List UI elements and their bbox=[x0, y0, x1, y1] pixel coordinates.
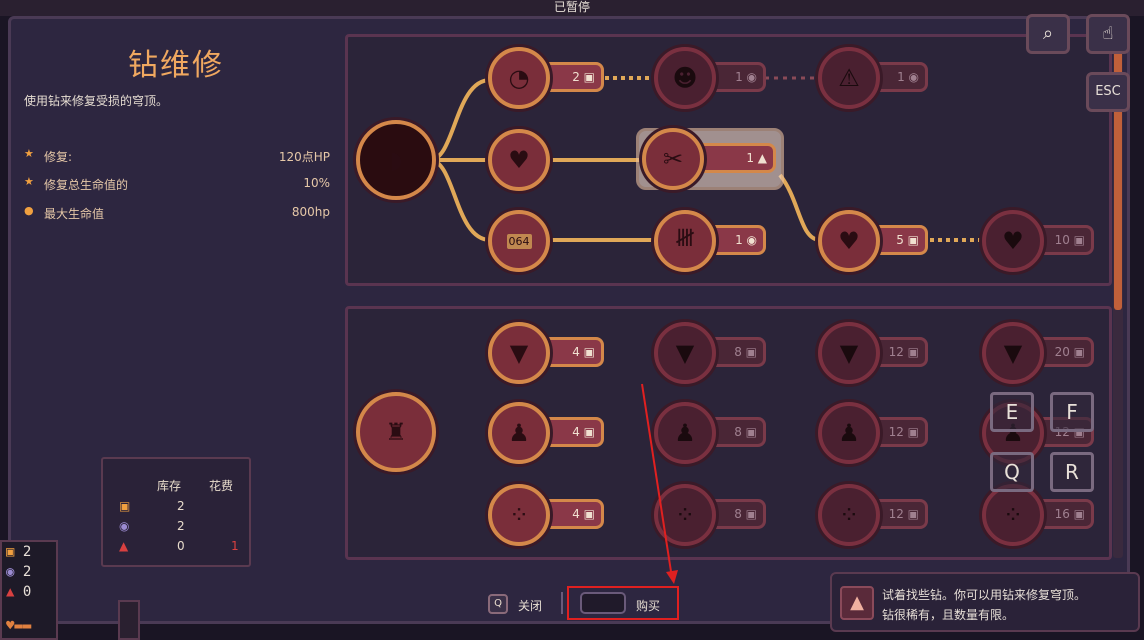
upgrade-cost-tag: 1 ◉ bbox=[708, 225, 766, 255]
upgrade-node-tally[interactable]: 𝍸 bbox=[654, 210, 716, 272]
drill-icon: ▼ bbox=[1003, 339, 1023, 367]
water-icon: ◉ bbox=[119, 519, 130, 533]
upgrade-cost-tag: 20 ▣ bbox=[1036, 337, 1094, 367]
upgrade-node-heart-plus[interactable]: ♥ bbox=[982, 210, 1044, 272]
counter-badge: 064 bbox=[506, 233, 532, 249]
upgrade-node-boots-3[interactable]: ⁘ bbox=[818, 484, 880, 546]
upgrade-node-heart[interactable]: ♥ bbox=[488, 129, 550, 191]
upgrade-cost-tag: 1 ▲ bbox=[696, 143, 776, 173]
upgrade-node-drill-2[interactable]: ▼ bbox=[654, 322, 716, 384]
upgrade-node-counter[interactable]: 064 bbox=[488, 210, 550, 272]
upgrade-node-boots-2[interactable]: ⁘ bbox=[654, 484, 716, 546]
drill-repair-root-node[interactable]: ◗ bbox=[356, 120, 436, 200]
dome-icon: ◗ bbox=[389, 146, 403, 174]
upgrade-cost-tag: 8 ▣ bbox=[708, 337, 766, 367]
key-hint-f: F bbox=[1050, 392, 1094, 432]
key-hint-e: E bbox=[990, 392, 1034, 432]
close-key-icon[interactable]: Q bbox=[488, 594, 508, 614]
upgrade-cost-tag: 10 ▣ bbox=[1036, 225, 1094, 255]
divider bbox=[561, 592, 563, 614]
buy-key-slot[interactable] bbox=[580, 592, 626, 614]
alert-icon: ⚠ bbox=[838, 64, 860, 92]
key-hint-q: Q bbox=[990, 452, 1034, 492]
upgrade-node-grin[interactable]: ☻ bbox=[654, 47, 716, 109]
key-hint-r: R bbox=[1050, 452, 1094, 492]
search-button[interactable]: ⌕ bbox=[1026, 14, 1070, 54]
grin-face-icon: ☻ bbox=[672, 64, 698, 92]
boots-icon: ⁘ bbox=[674, 501, 696, 529]
tree-scrollbar[interactable] bbox=[1113, 38, 1123, 558]
jetpack-icon: ♟ bbox=[838, 419, 860, 447]
hand-pointer-icon: ☝ bbox=[1102, 23, 1114, 44]
upgrade-node-jetpack-3[interactable]: ♟ bbox=[818, 402, 880, 464]
buy-button[interactable]: 购买 bbox=[636, 597, 660, 614]
esc-button[interactable]: ESC bbox=[1086, 72, 1130, 112]
upgrade-node-heart-shield[interactable]: ♥ bbox=[818, 210, 880, 272]
upgrade-node-boots-1[interactable]: ⁘ bbox=[488, 484, 550, 546]
radar-icon: ◔ bbox=[508, 64, 530, 92]
jetpack-icon: ♟ bbox=[674, 419, 696, 447]
upgrade-cost-tag: 1 ◉ bbox=[708, 62, 766, 92]
cobalt-icon: ▲ bbox=[6, 584, 15, 600]
keeper-root-node[interactable]: ♜ bbox=[356, 392, 436, 472]
wrench-screwdriver-icon: ✂ bbox=[662, 145, 684, 173]
pointer-button[interactable]: ☝ bbox=[1086, 14, 1130, 54]
health-bar: ♥▬▬ bbox=[6, 618, 32, 634]
iron-icon: ▣ bbox=[119, 499, 131, 513]
battery-icon bbox=[118, 600, 140, 640]
upgrade-node-boots-4[interactable]: ⁘ bbox=[982, 484, 1044, 546]
iron-icon: ▣ bbox=[6, 544, 15, 560]
boots-icon: ⁘ bbox=[508, 501, 530, 529]
upgrade-node-drill-4[interactable]: ▼ bbox=[982, 322, 1044, 384]
water-icon: ◉ bbox=[6, 564, 15, 580]
boots-icon: ⁘ bbox=[838, 501, 860, 529]
heart-icon: ♥ bbox=[508, 146, 530, 174]
upgrade-node-jetpack-1[interactable]: ♟ bbox=[488, 402, 550, 464]
keeper-figure-icon: ♟ bbox=[508, 419, 530, 447]
tally-marks-icon: 𝍸 bbox=[675, 223, 695, 252]
upgrade-node-alert[interactable]: ⚠ bbox=[818, 47, 880, 109]
drill-icon: ▼ bbox=[675, 339, 695, 367]
heart-shield-icon: ♥ bbox=[838, 227, 860, 255]
upgrade-node-drill-1[interactable]: ▼ bbox=[488, 322, 550, 384]
boots-icon: ⁘ bbox=[1002, 501, 1024, 529]
cobalt-icon: ▲ bbox=[119, 539, 129, 553]
resource-hud: ▣ 2 ◉ 2 ▲ 0 ♥▬▬ bbox=[0, 540, 58, 640]
hint-tooltip: ▲ 试着找些钻。你可以用钻来修复穹顶。 钻很稀有，且数量有限。 bbox=[830, 572, 1140, 632]
upgrade-cost-tag: 16 ▣ bbox=[1036, 499, 1094, 529]
upgrade-node-radar[interactable]: ◔ bbox=[488, 47, 550, 109]
upgrade-node-drill-repair-selected[interactable]: ✂ bbox=[642, 128, 704, 190]
drill-icon: ▼ bbox=[839, 339, 859, 367]
heart-plus-icon: ♥ bbox=[1002, 227, 1024, 255]
drill-icon: ▼ bbox=[509, 339, 529, 367]
upgrade-cost-tag: 8 ▣ bbox=[708, 499, 766, 529]
close-button[interactable]: 关闭 bbox=[518, 597, 542, 614]
upgrade-node-jetpack-2[interactable]: ♟ bbox=[654, 402, 716, 464]
upgrade-node-drill-3[interactable]: ▼ bbox=[818, 322, 880, 384]
warning-icon: ▲ bbox=[840, 586, 874, 620]
upgrade-cost-tag: 8 ▣ bbox=[708, 417, 766, 447]
inventory-table: 库存 花费 ▣ 2 ◉ 2 ▲ 0 1 bbox=[101, 457, 251, 567]
search-icon: ⌕ bbox=[1042, 23, 1054, 44]
keeper-icon: ♜ bbox=[385, 418, 407, 446]
